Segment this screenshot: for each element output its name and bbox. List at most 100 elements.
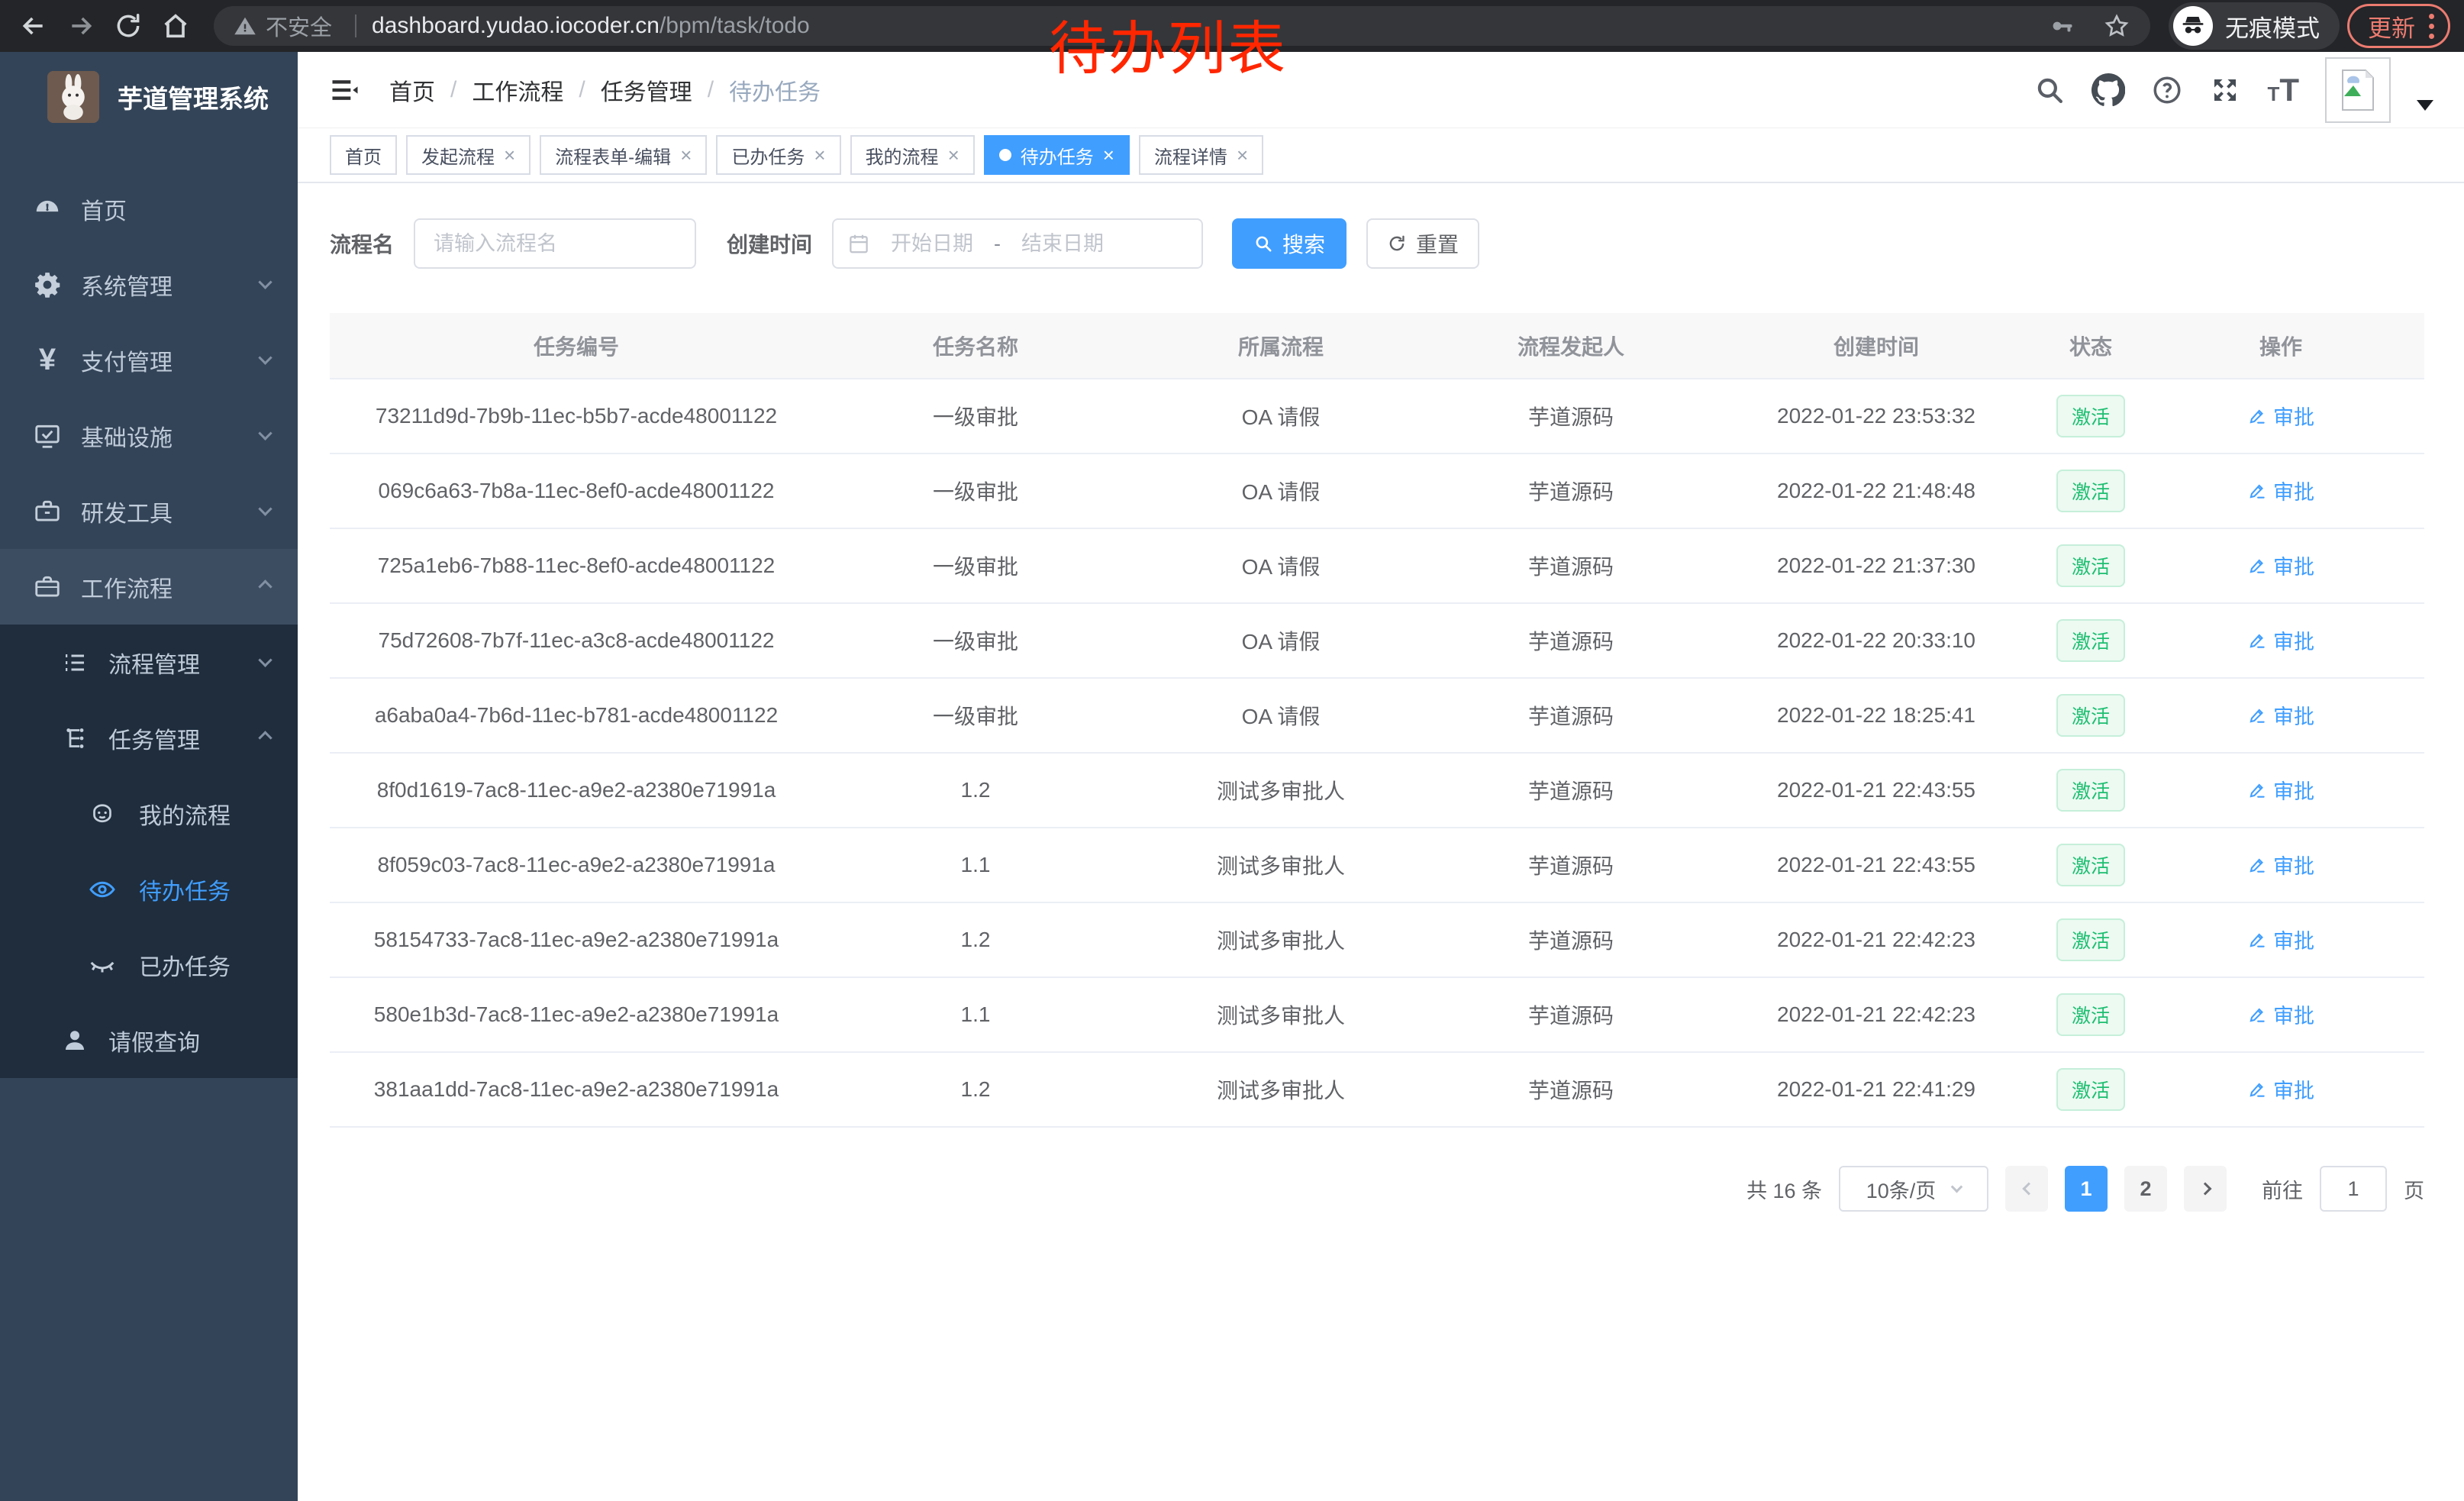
start-date-input[interactable]	[875, 232, 989, 256]
cell-task-id: a6aba0a4-7b6d-11ec-b781-acde48001122	[330, 678, 823, 753]
logo-row[interactable]: 芋道管理系统	[0, 52, 298, 142]
cell-task-name: 1.2	[823, 902, 1128, 977]
update-button[interactable]: 更新	[2347, 4, 2450, 48]
approve-button[interactable]: 审批	[2247, 925, 2314, 954]
approve-button[interactable]: 审批	[2247, 476, 2314, 505]
chevron-down-icon	[258, 350, 272, 364]
tab-form-edit[interactable]: 流程表单-编辑×	[540, 135, 707, 175]
sidebar-item-infra[interactable]: 基础设施	[0, 398, 298, 473]
chevron-up-icon	[258, 731, 272, 744]
tab-todo-tasks[interactable]: 待办任务×	[984, 135, 1130, 175]
create-time-label: 创建时间	[727, 228, 812, 259]
hamburger-fold-icon[interactable]	[328, 73, 362, 107]
goto-page-input[interactable]	[2320, 1166, 2387, 1212]
github-icon[interactable]	[2091, 73, 2125, 107]
home-icon[interactable]	[156, 6, 195, 46]
back-icon[interactable]	[14, 6, 53, 46]
cell-starter: 芋道源码	[1434, 1052, 1708, 1127]
close-icon[interactable]: ×	[1103, 144, 1114, 167]
chevron-down-icon	[258, 502, 272, 515]
table-row: 75d72608-7b7f-11ec-a3c8-acde48001122 一级审…	[330, 603, 2424, 678]
sidebar-item-done-tasks[interactable]: 已办任务	[0, 927, 298, 1002]
table-header-row: 任务编号 任务名称 所属流程 流程发起人 创建时间 状态 操作	[330, 313, 2424, 379]
sidebar-item-payment[interactable]: ¥ 支付管理	[0, 322, 298, 398]
reload-icon[interactable]	[108, 6, 148, 46]
sidebar-item-workflow[interactable]: 工作流程	[0, 549, 298, 625]
tab-done-tasks[interactable]: 已办任务×	[716, 135, 840, 175]
close-icon[interactable]: ×	[504, 144, 515, 167]
cell-create-time: 2022-01-21 22:42:23	[1708, 902, 2044, 977]
close-icon[interactable]: ×	[948, 144, 959, 167]
cell-starter: 芋道源码	[1434, 977, 1708, 1052]
workflow-submenu: 流程管理 任务管理 我的流程	[0, 625, 298, 1078]
cell-task-name: 一级审批	[823, 678, 1128, 753]
tab-start-process[interactable]: 发起流程×	[406, 135, 531, 175]
fullscreen-icon[interactable]	[2209, 74, 2241, 106]
sidebar-item-leave-query[interactable]: 请假查询	[0, 1002, 298, 1078]
prev-page-button[interactable]	[2005, 1166, 2048, 1212]
page-button-1[interactable]: 1	[2065, 1166, 2108, 1212]
approve-button[interactable]: 审批	[2247, 999, 2314, 1029]
approve-button[interactable]: 审批	[2247, 401, 2314, 431]
edit-pencil-icon	[2247, 780, 2267, 800]
top-navbar: 首页 / 工作流程 / 任务管理 / 待办任务	[298, 52, 2464, 128]
sidebar-item-process-mgmt[interactable]: 流程管理	[0, 625, 298, 700]
sidebar-item-label: 我的流程	[139, 797, 270, 831]
sidebar-item-my-process[interactable]: 我的流程	[0, 776, 298, 851]
yen-icon: ¥	[31, 343, 64, 377]
star-icon[interactable]	[2103, 12, 2130, 40]
help-icon[interactable]	[2151, 74, 2183, 106]
sidebar-item-todo-tasks[interactable]: 待办任务	[0, 851, 298, 927]
approve-button[interactable]: 审批	[2247, 775, 2314, 805]
reset-button[interactable]: 重置	[1366, 218, 1479, 269]
approve-button[interactable]: 审批	[2247, 1074, 2314, 1104]
page-button-2[interactable]: 2	[2124, 1166, 2167, 1212]
search-icon[interactable]	[2033, 74, 2066, 106]
cell-create-time: 2022-01-21 22:43:55	[1708, 828, 2044, 902]
tab-home[interactable]: 首页	[330, 135, 397, 175]
key-icon[interactable]	[2048, 12, 2075, 40]
edit-pencil-icon	[2247, 1080, 2267, 1099]
font-size-icon[interactable]: TT	[2267, 72, 2299, 108]
tab-my-process[interactable]: 我的流程×	[850, 135, 975, 175]
eye-icon	[85, 875, 119, 904]
caret-down-icon[interactable]	[2417, 100, 2433, 111]
breadcrumb-task-mgmt[interactable]: 任务管理	[601, 73, 692, 107]
next-page-button[interactable]	[2184, 1166, 2227, 1212]
table-row: 73211d9d-7b9b-11ec-b5b7-acde48001122 一级审…	[330, 379, 2424, 454]
chevron-down-icon	[258, 275, 272, 289]
breadcrumb-home[interactable]: 首页	[389, 73, 435, 107]
approve-button[interactable]: 审批	[2247, 700, 2314, 730]
sidebar-item-system[interactable]: 系统管理	[0, 247, 298, 322]
date-range-picker[interactable]: -	[832, 218, 1203, 269]
more-vertical-icon[interactable]	[2429, 14, 2434, 39]
sidebar-item-task-mgmt[interactable]: 任务管理	[0, 700, 298, 776]
col-status: 状态	[2044, 313, 2137, 379]
incognito-label: 无痕模式	[2225, 9, 2320, 44]
approve-button[interactable]: 审批	[2247, 850, 2314, 880]
close-icon[interactable]: ×	[1237, 144, 1248, 167]
close-icon[interactable]: ×	[680, 144, 692, 167]
end-date-input[interactable]	[1005, 232, 1120, 256]
avatar[interactable]	[2325, 57, 2391, 123]
close-icon[interactable]: ×	[814, 144, 825, 167]
approve-button[interactable]: 审批	[2247, 625, 2314, 655]
search-button[interactable]: 搜索	[1232, 218, 1346, 269]
approve-button[interactable]: 审批	[2247, 550, 2314, 580]
monitor-icon	[31, 421, 64, 450]
range-separator: -	[994, 232, 1001, 256]
warning-icon	[234, 15, 256, 37]
process-name-input[interactable]	[414, 218, 696, 269]
breadcrumb-workflow[interactable]: 工作流程	[472, 73, 563, 107]
page-size-select[interactable]: 10条/页	[1839, 1166, 1988, 1212]
sidebar-item-home[interactable]: 首页	[0, 171, 298, 247]
forward-icon[interactable]	[61, 6, 101, 46]
sidebar-item-devtools[interactable]: 研发工具	[0, 473, 298, 549]
status-badge: 激活	[2056, 769, 2125, 812]
process-name-label: 流程名	[330, 228, 394, 259]
cell-process: 测试多审批人	[1128, 977, 1434, 1052]
edit-pencil-icon	[2247, 406, 2267, 426]
tab-process-detail[interactable]: 流程详情×	[1139, 135, 1263, 175]
cell-create-time: 2022-01-21 22:41:29	[1708, 1052, 2044, 1127]
cell-create-time: 2022-01-22 18:25:41	[1708, 678, 2044, 753]
